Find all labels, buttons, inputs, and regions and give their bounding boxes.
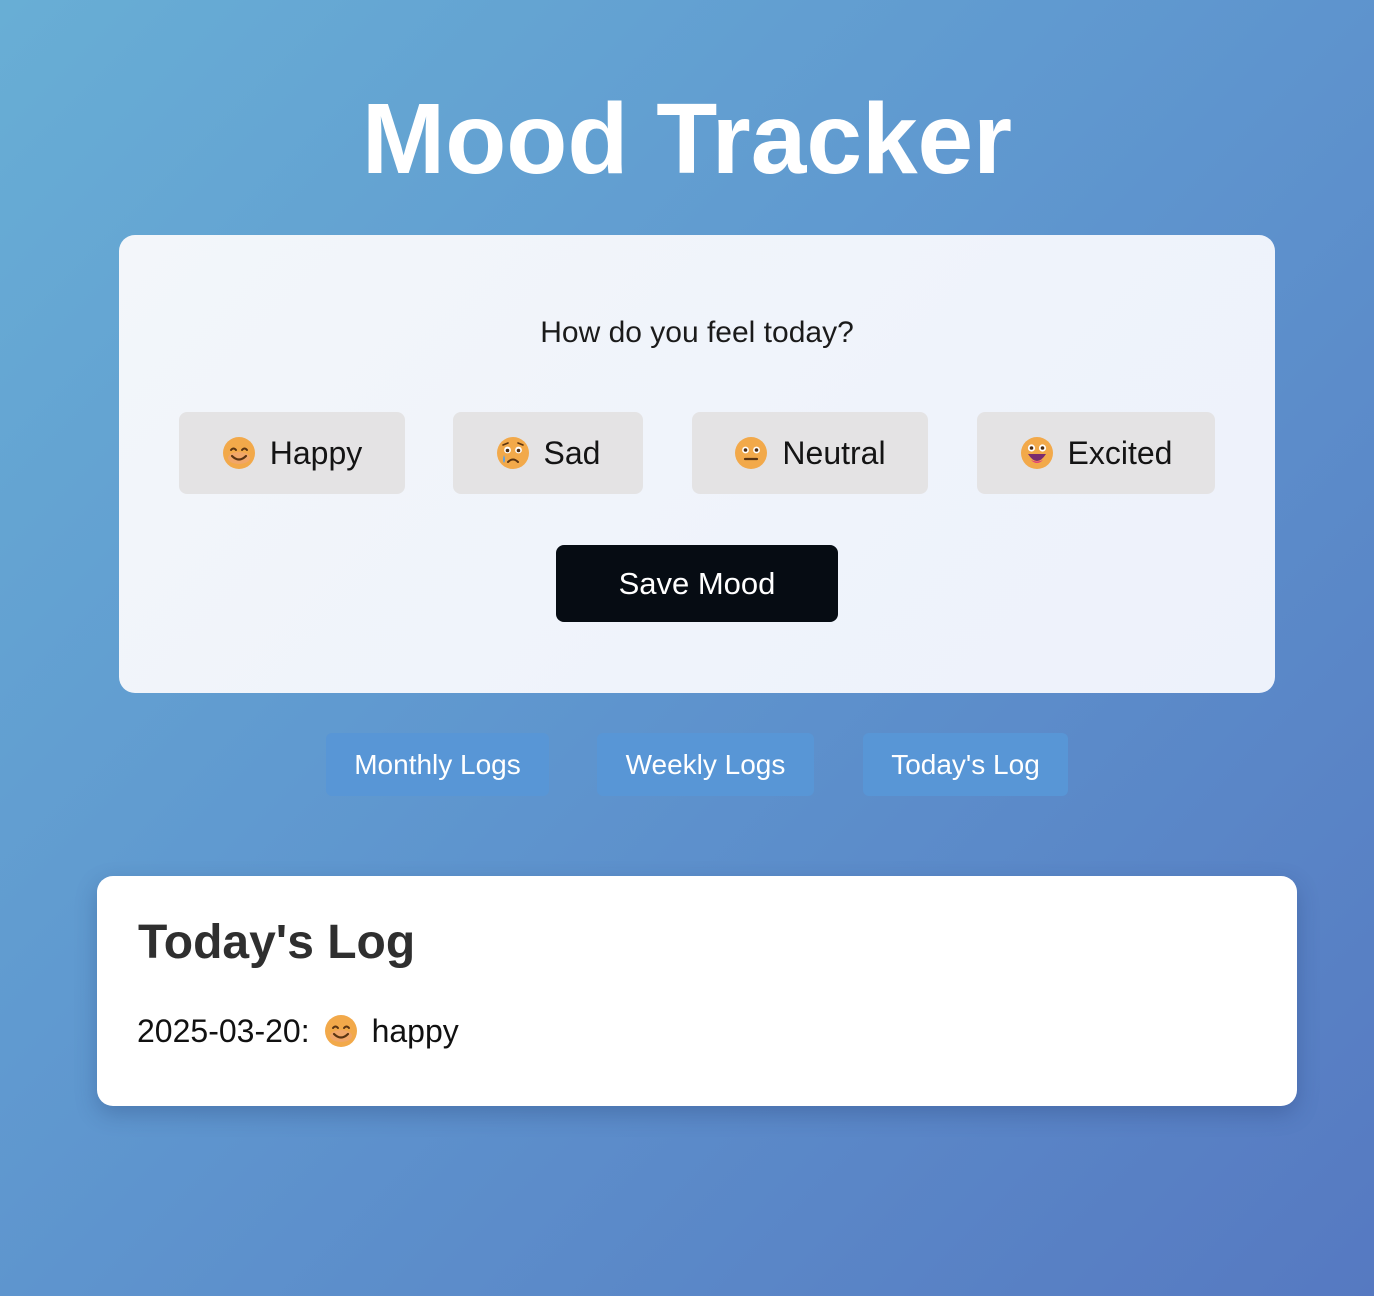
happy-mood-label: Happy	[269, 434, 363, 471]
monthly-logs-button[interactable]: Monthly Logs	[326, 733, 549, 796]
neutral-mood-label: Neutral	[782, 434, 886, 471]
log-entry-date: 2025-03-20:	[137, 1013, 310, 1049]
mood-prompt: How do you feel today?	[540, 316, 854, 349]
save-mood-button[interactable]: Save Mood	[556, 545, 838, 622]
crying-face-icon	[496, 437, 529, 469]
page-title: Mood Tracker	[361, 83, 1013, 195]
excited-face-icon	[1020, 437, 1053, 469]
smiling-face-icon	[324, 1015, 357, 1047]
log-entry: 2025-03-20: happy	[137, 1009, 459, 1053]
todays-log-button[interactable]: Today's Log	[863, 733, 1068, 796]
sad-mood-button[interactable]: Sad	[453, 412, 643, 494]
todays-log-card: Today's Log 2025-03-20: happy	[97, 876, 1297, 1106]
happy-mood-button[interactable]: Happy	[179, 412, 405, 494]
mood-card: How do you feel today? Happy Sad Neutral…	[119, 235, 1275, 693]
smiling-face-icon	[222, 437, 255, 469]
log-heading: Today's Log	[138, 916, 416, 969]
sad-mood-label: Sad	[543, 434, 601, 471]
neutral-mood-button[interactable]: Neutral	[692, 412, 928, 494]
excited-mood-button[interactable]: Excited	[977, 412, 1215, 494]
neutral-face-icon	[735, 437, 768, 469]
log-entry-mood: happy	[371, 1013, 459, 1049]
excited-mood-label: Excited	[1067, 434, 1173, 471]
weekly-logs-button[interactable]: Weekly Logs	[597, 733, 814, 796]
